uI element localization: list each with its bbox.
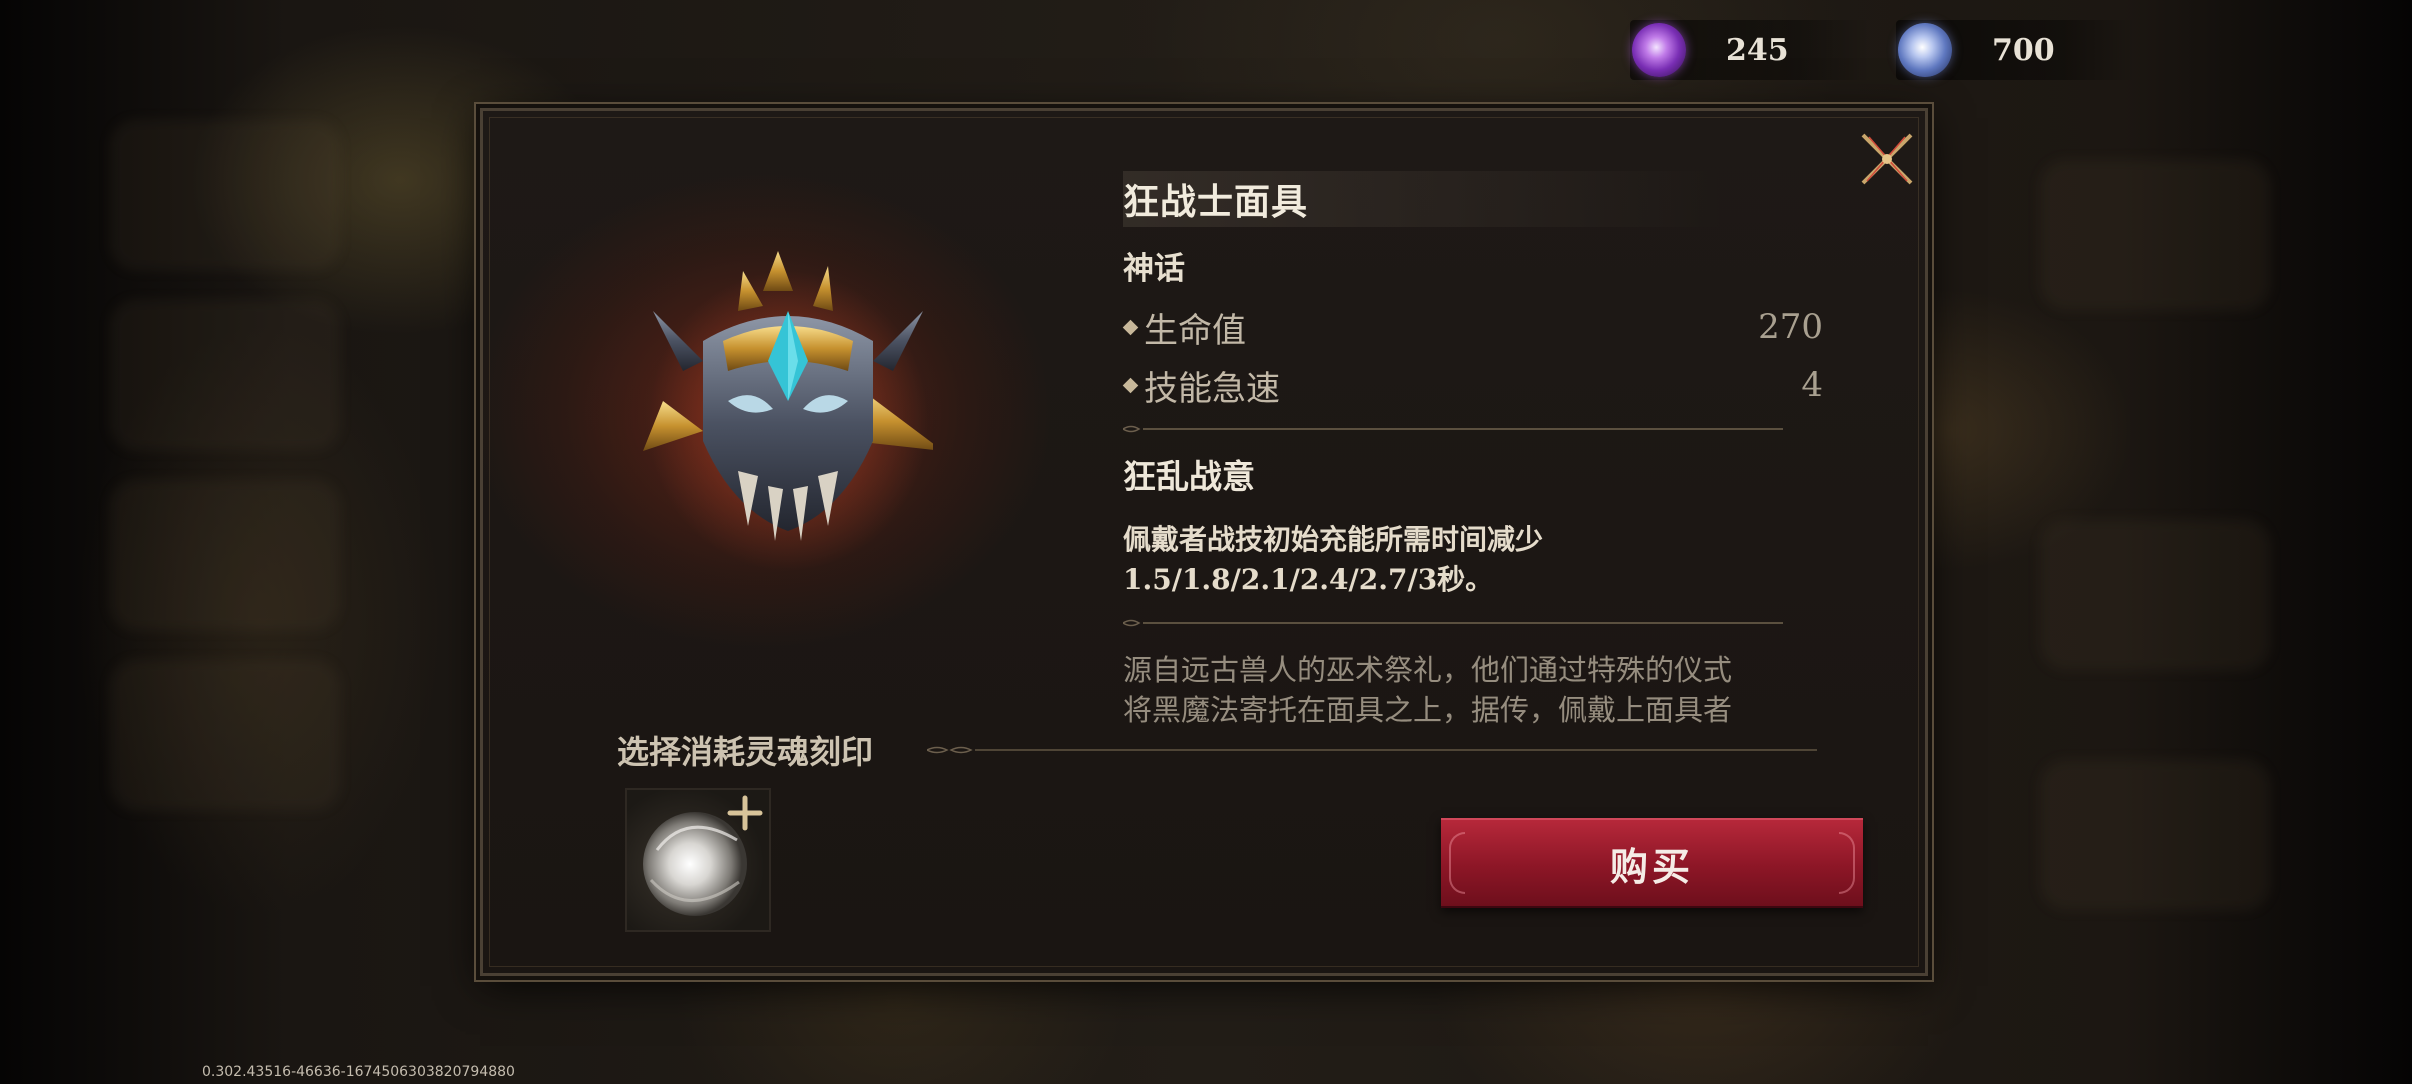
close-button[interactable] — [1855, 127, 1919, 191]
berserker-mask-icon — [643, 251, 943, 571]
buy-button[interactable]: 购买 — [1441, 818, 1863, 908]
ornament-divider — [1121, 619, 1783, 627]
item-title-bar: 狂战士面具 — [1123, 171, 1723, 227]
currency-purple-value: 245 — [1726, 32, 1789, 68]
game-screen: 245 700 狂战士面具 神话 生命值 270 技能急速 4 狂乱战意 佩戴者… — [0, 0, 2412, 1084]
item-rarity: 神话 — [1123, 251, 1185, 287]
diamond-bullet-icon — [1122, 319, 1139, 335]
skill-description: 佩戴者战技初始充能所需时间减少 1.5/1.8/2.1/2.4/2.7/3秒。 — [1123, 520, 1823, 600]
soul-imprint-slot[interactable] — [625, 788, 771, 932]
version-text: 0.302.43516-46636-1674506303820794880 — [202, 1064, 515, 1080]
background-blur — [110, 480, 340, 630]
close-x-icon — [1861, 133, 1913, 185]
background-blur — [2040, 160, 2270, 310]
purple-soul-crystal-icon — [1632, 23, 1686, 77]
soul-imprint-section: 选择消耗灵魂刻印 — [617, 727, 1817, 773]
background-blur — [110, 660, 340, 810]
stat-row: 生命值 270 — [1122, 298, 1823, 356]
skill-description-line: 1.5/1.8/2.1/2.4/2.7/3秒。 — [1123, 563, 1494, 596]
ornament-divider — [1121, 425, 1783, 433]
background-blur — [110, 120, 340, 270]
background-blur — [110, 300, 340, 450]
button-ornament — [1449, 832, 1465, 894]
soul-imprint-orb-icon — [643, 795, 763, 916]
currency-blue-value: 700 — [1992, 32, 2055, 68]
buy-button-label: 购买 — [1609, 843, 1694, 889]
stat-name: 生命值 — [1144, 310, 1246, 351]
currency-purple: 245 — [1630, 20, 1870, 80]
item-detail-panel: 狂战士面具 神话 生命值 270 技能急速 4 狂乱战意 佩戴者战技初始充能所需… — [480, 108, 1928, 976]
item-name: 狂战士面具 — [1123, 181, 1309, 223]
diamond-bullet-icon — [1122, 377, 1139, 393]
button-ornament — [1839, 832, 1855, 894]
blue-soul-orb-icon — [1898, 23, 1952, 77]
item-image — [643, 251, 943, 571]
item-info: 狂战士面具 神话 生命值 270 技能急速 4 狂乱战意 佩戴者战技初始充能所需… — [1121, 171, 1823, 730]
lore-line: 将黑魔法寄托在面具之上，据传，佩戴上面具者 — [1123, 693, 1733, 727]
lore-line: 源自远古兽人的巫术祭礼，他们通过特殊的仪式 — [1123, 653, 1733, 687]
soul-imprint-label: 选择消耗灵魂刻印 — [617, 733, 874, 771]
background-blur — [2040, 520, 2270, 670]
plus-icon — [727, 795, 763, 831]
item-lore: 源自远古兽人的巫术祭礼，他们通过特殊的仪式 将黑魔法寄托在面具之上，据传，佩戴上… — [1123, 650, 1823, 730]
skill-description-line: 佩戴者战技初始充能所需时间减少 — [1123, 523, 1544, 556]
stat-value: 4 — [1801, 365, 1823, 405]
background-blur — [2040, 760, 2270, 910]
ornament-divider — [927, 746, 1817, 754]
stat-value: 270 — [1758, 307, 1823, 347]
currency-blue: 700 — [1896, 20, 2136, 80]
stat-name: 技能急速 — [1144, 368, 1280, 409]
stat-row: 技能急速 4 — [1122, 356, 1823, 414]
stat-list: 生命值 270 技能急速 4 — [1122, 298, 1823, 414]
skill-name: 狂乱战意 — [1123, 457, 1255, 496]
